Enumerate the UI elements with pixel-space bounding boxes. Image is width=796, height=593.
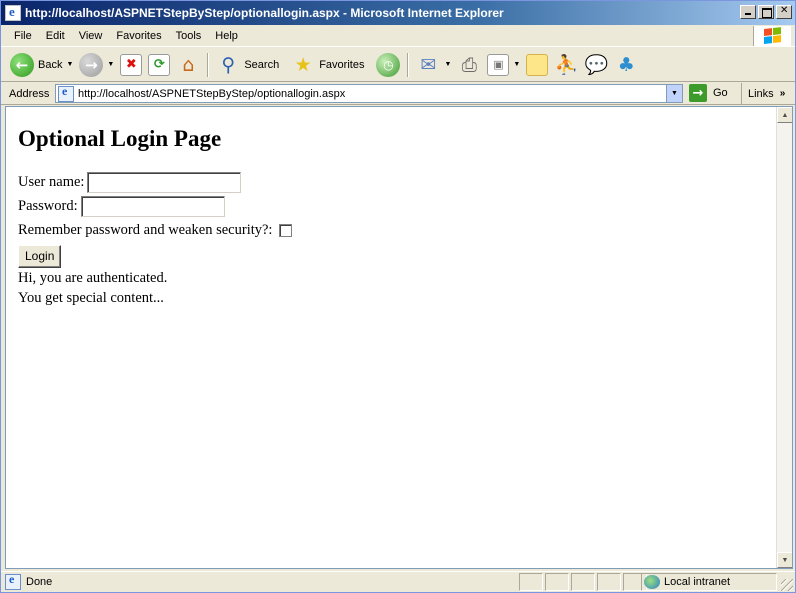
login-button[interactable]: Login — [18, 244, 62, 268]
edit-dropdown-icon[interactable]: ▼ — [513, 61, 520, 68]
menu-favorites[interactable]: Favorites — [109, 30, 168, 42]
web-page: Optional Login Page User name: Password:… — [18, 107, 293, 308]
back-label: Back — [38, 58, 63, 71]
status-panes — [519, 573, 649, 591]
content-viewport: Optional Login Page User name: Password:… — [5, 106, 793, 569]
window-controls — [740, 5, 792, 19]
remember-checkbox[interactable] — [279, 223, 293, 237]
links-toolbar[interactable]: Links » — [741, 83, 785, 104]
menu-edit[interactable]: Edit — [39, 30, 72, 42]
login-row: Login — [18, 242, 292, 268]
toolbar-separator — [407, 52, 410, 77]
history-button[interactable]: ◷ — [373, 51, 403, 79]
auth-message: Hi, you are authenticated. — [18, 270, 168, 286]
resize-grip[interactable] — [781, 579, 793, 591]
special-content-message: You get special content... — [18, 290, 164, 306]
toolbar-separator — [207, 52, 210, 77]
intranet-globe-icon — [644, 575, 660, 589]
menu-bar: File Edit View Favorites Tools Help — [1, 25, 795, 47]
page-heading: Optional Login Page — [18, 126, 222, 151]
links-label: Links — [748, 87, 774, 100]
menu-help[interactable]: Help — [208, 30, 245, 42]
forward-button[interactable]: → ▼ — [76, 51, 117, 79]
menu-tools[interactable]: Tools — [169, 30, 209, 42]
status-pane — [571, 573, 595, 591]
address-dropdown-icon[interactable]: ▼ — [666, 85, 682, 102]
mail-button[interactable]: ✉ ▼ — [413, 51, 454, 79]
zone-label: Local intranet — [664, 576, 731, 588]
stop-icon: ✖ — [120, 53, 143, 76]
close-button[interactable] — [776, 5, 792, 19]
status-text: Done — [26, 576, 53, 588]
page-icon — [58, 84, 74, 102]
title-bar[interactable]: http://localhost/ASPNETStepByStep/option… — [1, 1, 795, 25]
search-button[interactable]: ⚲ Search — [213, 51, 282, 79]
speech-bubble-icon: 💬 — [584, 54, 609, 76]
address-input[interactable]: http://localhost/ASPNETStepByStep/option… — [55, 84, 683, 103]
username-row: User name: — [18, 170, 292, 194]
page-status-icon — [5, 572, 21, 590]
menu-view[interactable]: View — [72, 30, 110, 42]
back-dropdown-icon[interactable]: ▼ — [66, 61, 73, 68]
history-icon: ◷ — [376, 52, 401, 77]
status-bar: Done Local intranet — [1, 571, 795, 592]
status-pane — [597, 573, 621, 591]
refresh-button[interactable]: ⟳ — [145, 51, 173, 79]
edit-page-icon: ▣ — [487, 53, 510, 76]
ie-app-icon[interactable] — [5, 4, 21, 21]
address-bar: Address http://localhost/ASPNETStepBySte… — [1, 83, 795, 105]
remember-label: Remember password and weaken security?: — [18, 221, 273, 238]
window-title: http://localhost/ASPNETStepByStep/option… — [25, 6, 504, 20]
refresh-icon: ⟳ — [148, 53, 171, 76]
mail-dropdown-icon[interactable]: ▼ — [444, 61, 451, 68]
research-button[interactable]: 💬 — [581, 51, 611, 79]
go-arrow-icon: → — [689, 84, 707, 102]
forward-dropdown-icon[interactable]: ▼ — [107, 61, 114, 68]
minimize-button[interactable] — [740, 5, 756, 19]
note-icon — [526, 53, 549, 76]
search-icon: ⚲ — [221, 53, 236, 76]
stop-button[interactable]: ✖ — [117, 51, 145, 79]
back-arrow-icon: ← — [10, 52, 34, 77]
browser-window: http://localhost/ASPNETStepByStep/option… — [0, 0, 796, 593]
status-pane — [519, 573, 543, 591]
home-button[interactable]: ⌂ — [173, 51, 203, 79]
back-button[interactable]: ← Back ▼ — [7, 51, 76, 79]
messenger-button[interactable]: ⛹ — [551, 51, 581, 79]
address-url[interactable]: http://localhost/ASPNETStepByStep/option… — [78, 88, 345, 100]
scroll-up-icon[interactable]: ▲ — [777, 107, 792, 123]
security-zone[interactable]: Local intranet — [641, 573, 777, 591]
password-input[interactable] — [80, 195, 225, 217]
edit-button[interactable]: ▣ ▼ — [484, 51, 523, 79]
favorites-label: Favorites — [319, 58, 365, 71]
msn-button[interactable]: ♣ — [611, 51, 641, 79]
menu-file[interactable]: File — [7, 30, 39, 42]
maximize-button[interactable] — [758, 5, 774, 19]
address-label: Address — [9, 87, 50, 100]
remember-row: Remember password and weaken security?: — [18, 218, 293, 242]
search-label: Search — [244, 58, 280, 71]
status-pane — [545, 573, 569, 591]
password-label: Password: — [18, 197, 78, 214]
favorites-button[interactable]: ★ Favorites — [288, 51, 367, 79]
home-icon: ⌂ — [182, 53, 195, 76]
go-button[interactable]: → Go — [689, 84, 728, 102]
scroll-down-icon[interactable]: ▼ — [777, 552, 792, 568]
forward-arrow-icon: → — [79, 52, 104, 77]
chevron-right-icon[interactable]: » — [780, 88, 786, 99]
username-input[interactable] — [87, 171, 242, 193]
star-icon: ★ — [294, 53, 312, 76]
discuss-button[interactable] — [523, 51, 551, 79]
vertical-scrollbar[interactable]: ▲ ▼ — [776, 107, 792, 568]
go-label: Go — [713, 87, 728, 99]
password-row: Password: — [18, 194, 292, 218]
windows-logo-icon — [753, 26, 791, 46]
msn-buddies-icon: ♣ — [617, 53, 635, 76]
standard-toolbar: ← Back ▼ → ▼ ✖ ⟳ ⌂ ⚲ Search ★ Favorites … — [1, 48, 795, 82]
messenger-person-icon: ⛹ — [554, 54, 579, 76]
print-icon: ⎙ — [461, 53, 477, 76]
username-label: User name: — [18, 173, 85, 190]
mail-icon: ✉ — [420, 53, 437, 76]
print-button[interactable]: ⎙ — [454, 51, 484, 79]
